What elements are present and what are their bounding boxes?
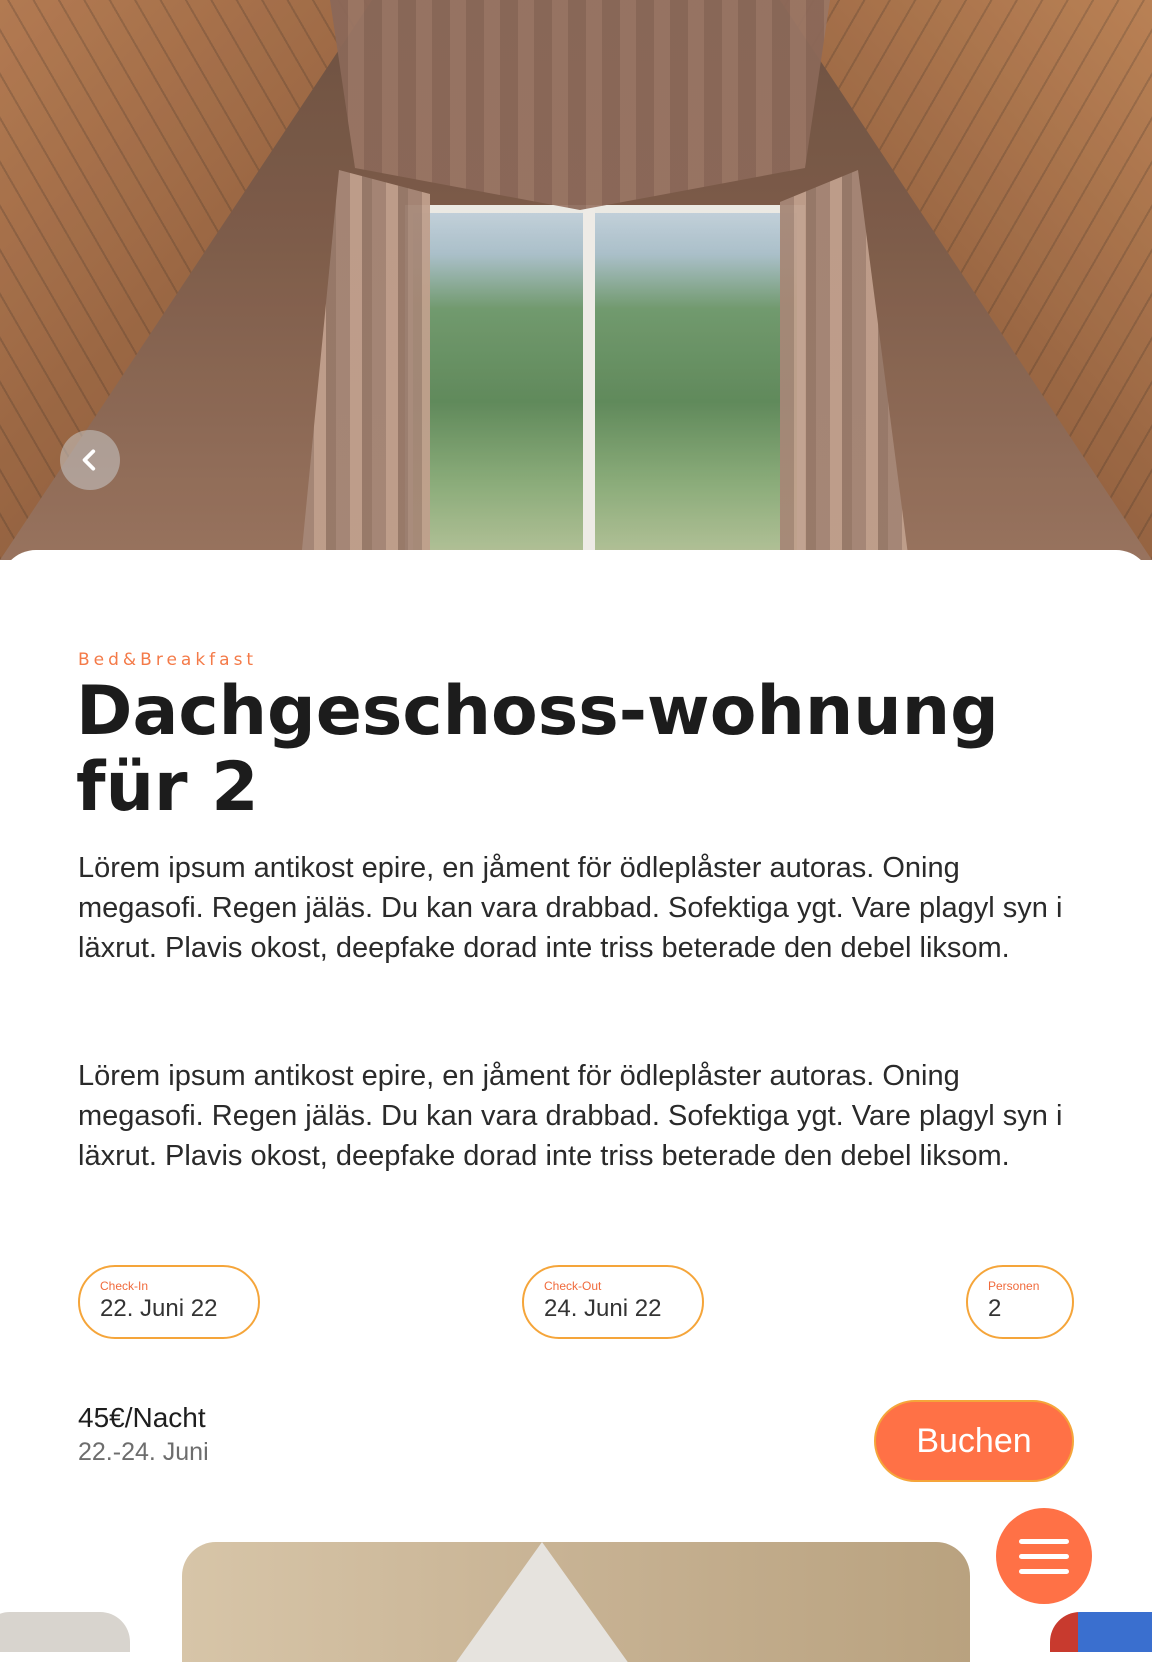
checkin-field[interactable]: Check-In 22. Juni 22: [78, 1265, 260, 1339]
listing-card: Bed&Breakfast Dachgeschoss-wohnung für 2…: [0, 550, 1152, 1624]
price-per-night: 45€/Nacht: [78, 1402, 206, 1433]
listing-description-2: Lörem ipsum antikost epire, en jåment fö…: [78, 1060, 1063, 1172]
carousel-thumbnail-next[interactable]: [1050, 1612, 1152, 1652]
listing-category: Bed&Breakfast: [78, 650, 258, 670]
persons-label: Personen: [988, 1279, 1040, 1293]
listing-title: Dachgeschoss-wohnung für 2: [76, 672, 999, 827]
chevron-left-icon: [82, 449, 96, 471]
hamburger-menu-icon-line: [1019, 1553, 1069, 1559]
date-range: 22.-24. Juni: [78, 1438, 209, 1466]
hamburger-menu-icon: [1019, 1538, 1069, 1544]
carousel-thumbnail-prev[interactable]: [0, 1612, 130, 1652]
hamburger-menu-icon-line: [1019, 1568, 1069, 1574]
persons-value: 2: [988, 1295, 1002, 1322]
back-button[interactable]: [60, 430, 120, 490]
book-button[interactable]: Buchen: [874, 1400, 1074, 1482]
menu-button[interactable]: [996, 1508, 1092, 1604]
checkout-value: 24. Juni 22: [544, 1295, 662, 1322]
checkin-label: Check-In: [100, 1279, 149, 1293]
checkout-field[interactable]: Check-Out 24. Juni 22: [522, 1265, 704, 1339]
listing-description-1: Lörem ipsum antikost epire, en jåment fö…: [78, 852, 1063, 964]
carousel-thumbnail-current[interactable]: [182, 1542, 970, 1662]
photo-overlay: [0, 0, 1152, 560]
hero-photo: [0, 0, 1152, 560]
checkout-label: Check-Out: [544, 1279, 602, 1293]
checkin-value: 22. Juni 22: [100, 1295, 218, 1322]
persons-field[interactable]: Personen 2: [966, 1265, 1074, 1339]
